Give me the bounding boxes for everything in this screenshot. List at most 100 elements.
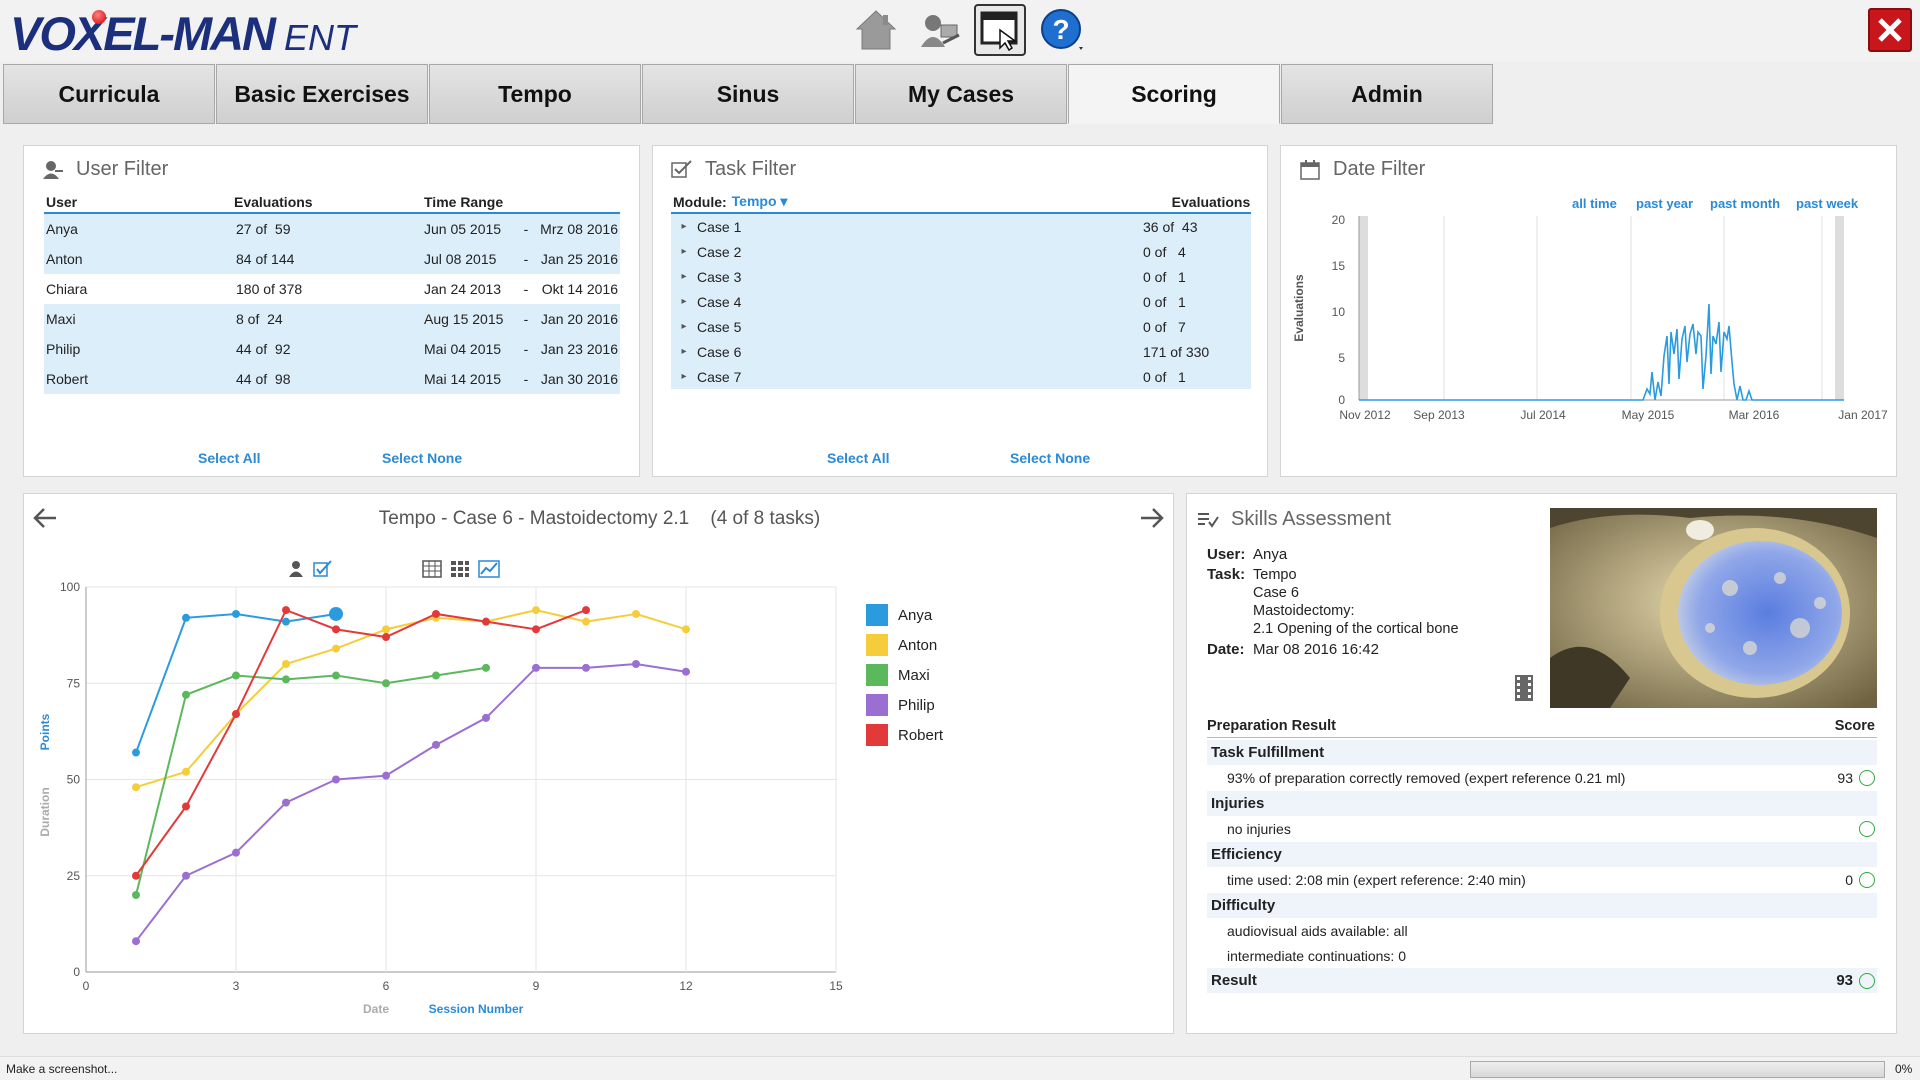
tab-sinus[interactable]: Sinus xyxy=(642,64,854,124)
quick-past-year-link[interactable]: past year xyxy=(1636,196,1693,211)
data-point[interactable] xyxy=(482,713,490,722)
bone-3d-preview[interactable] xyxy=(1550,508,1877,708)
quick-all-time-link[interactable]: all time xyxy=(1572,196,1617,211)
data-point[interactable] xyxy=(432,740,440,749)
data-point[interactable] xyxy=(482,663,490,672)
data-point[interactable] xyxy=(382,625,390,634)
table-view-icon[interactable] xyxy=(422,560,442,578)
data-point[interactable] xyxy=(582,606,590,615)
highlighted-point[interactable] xyxy=(329,606,343,621)
expand-icon[interactable]: ▸ xyxy=(671,346,697,357)
data-point[interactable] xyxy=(182,871,190,880)
data-point[interactable] xyxy=(282,617,290,626)
range-handle-left[interactable] xyxy=(1359,216,1368,400)
progress-line-chart[interactable]: 10075502500 3 6 9 12 15 Points Duration Date … xyxy=(24,582,884,1022)
data-point[interactable] xyxy=(632,609,640,618)
film-icon[interactable] xyxy=(1513,674,1535,702)
data-point[interactable] xyxy=(182,767,190,776)
data-point[interactable] xyxy=(282,660,290,668)
y-label-duration[interactable]: Duration xyxy=(38,787,52,836)
tab-tempo[interactable]: Tempo xyxy=(429,64,641,124)
task-select-none-link[interactable]: Select None xyxy=(1010,450,1090,466)
expand-icon[interactable]: ▸ xyxy=(671,371,697,382)
tab-scoring[interactable]: Scoring xyxy=(1068,64,1280,124)
data-point[interactable] xyxy=(232,671,240,680)
user-row[interactable]: Anton 84 of 144 Jul 08 2015 - Jan 25 2016 xyxy=(44,244,620,274)
task-view-icon[interactable] xyxy=(313,560,333,578)
home-button[interactable] xyxy=(850,4,902,56)
date-histogram[interactable]: 20 15 10 5 0 Evaluations Nov 2012 Sep 20… xyxy=(1281,214,1896,476)
data-point[interactable] xyxy=(132,783,140,792)
data-point[interactable] xyxy=(382,633,390,642)
help-button[interactable]: ? xyxy=(1036,4,1088,56)
data-point[interactable] xyxy=(132,891,140,899)
user-row[interactable]: Chiara 180 of 378 Jan 24 2013 - Okt 14 2016 xyxy=(44,274,620,304)
user-row[interactable]: Robert 44 of 98 Mai 14 2015 - Jan 30 2016 xyxy=(44,364,620,394)
data-point[interactable] xyxy=(232,609,240,618)
tab-curricula[interactable]: Curricula xyxy=(3,64,215,124)
task-row[interactable]: ▸ Case 1 36 of 43 xyxy=(671,214,1251,239)
user-row[interactable]: Philip 44 of 92 Mai 04 2015 - Jan 23 2016 xyxy=(44,334,620,364)
user-row[interactable]: Anya 27 of 59 Jun 05 2015 - Mrz 08 2016 xyxy=(44,214,620,244)
x-label-session[interactable]: Session Number xyxy=(429,1002,524,1016)
screenshot-button[interactable] xyxy=(974,4,1026,56)
users-button[interactable] xyxy=(912,4,964,56)
user-select-none-link[interactable]: Select None xyxy=(382,450,462,466)
legend-item[interactable]: Maxi xyxy=(866,660,943,690)
data-point[interactable] xyxy=(132,871,140,880)
data-point[interactable] xyxy=(382,679,390,688)
data-point[interactable] xyxy=(282,606,290,615)
range-handle-right[interactable] xyxy=(1835,216,1844,400)
expand-icon[interactable]: ▸ xyxy=(671,221,697,232)
data-point[interactable] xyxy=(532,625,540,634)
expand-icon[interactable]: ▸ xyxy=(671,321,697,332)
data-point[interactable] xyxy=(182,613,190,622)
data-point[interactable] xyxy=(182,690,190,699)
data-point[interactable] xyxy=(232,848,240,857)
line-chart-view-icon[interactable] xyxy=(478,560,500,578)
task-row[interactable]: ▸ Case 7 0 of 1 xyxy=(671,364,1251,389)
tab-basic-exercises[interactable]: Basic Exercises xyxy=(216,64,428,124)
task-row[interactable]: ▸ Case 2 0 of 4 xyxy=(671,239,1251,264)
data-point[interactable] xyxy=(682,667,690,676)
data-point[interactable] xyxy=(432,609,440,618)
task-row[interactable]: ▸ Case 3 0 of 1 xyxy=(671,264,1251,289)
data-point[interactable] xyxy=(682,625,690,634)
data-point[interactable] xyxy=(532,663,540,672)
grid-view-icon[interactable] xyxy=(450,560,470,578)
task-row[interactable]: ▸ Case 4 0 of 1 xyxy=(671,289,1251,314)
data-point[interactable] xyxy=(532,606,540,615)
quick-past-week-link[interactable]: past week xyxy=(1796,196,1858,211)
legend-item[interactable]: Anton xyxy=(866,630,943,660)
legend-item[interactable]: Philip xyxy=(866,690,943,720)
data-point[interactable] xyxy=(332,625,340,634)
data-point[interactable] xyxy=(582,617,590,626)
task-select-all-link[interactable]: Select All xyxy=(827,450,890,466)
expand-icon[interactable]: ▸ xyxy=(671,296,697,307)
expand-icon[interactable]: ▸ xyxy=(671,246,697,257)
data-point[interactable] xyxy=(382,771,390,780)
quick-past-month-link[interactable]: past month xyxy=(1710,196,1780,211)
data-point[interactable] xyxy=(282,798,290,807)
legend-item[interactable]: Robert xyxy=(866,720,943,750)
close-button[interactable] xyxy=(1868,8,1912,52)
data-point[interactable] xyxy=(132,748,140,757)
tab-my-cases[interactable]: My Cases xyxy=(855,64,1067,124)
tab-admin[interactable]: Admin xyxy=(1281,64,1493,124)
data-point[interactable] xyxy=(282,675,290,684)
user-select-all-link[interactable]: Select All xyxy=(198,450,261,466)
data-point[interactable] xyxy=(332,671,340,680)
task-row[interactable]: ▸ Case 5 0 of 7 xyxy=(671,314,1251,339)
x-label-date[interactable]: Date xyxy=(363,1002,389,1016)
user-row[interactable]: Maxi 8 of 24 Aug 15 2015 - Jan 20 2016 xyxy=(44,304,620,334)
person-view-icon[interactable] xyxy=(287,560,305,578)
data-point[interactable] xyxy=(132,937,140,946)
module-select[interactable]: Tempo ▾ xyxy=(727,193,1172,210)
data-point[interactable] xyxy=(482,617,490,626)
data-point[interactable] xyxy=(182,802,190,811)
data-point[interactable] xyxy=(432,671,440,680)
data-point[interactable] xyxy=(632,660,640,668)
data-point[interactable] xyxy=(582,663,590,672)
expand-icon[interactable]: ▸ xyxy=(671,271,697,282)
task-row[interactable]: ▸ Case 6 171 of 330 xyxy=(671,339,1251,364)
